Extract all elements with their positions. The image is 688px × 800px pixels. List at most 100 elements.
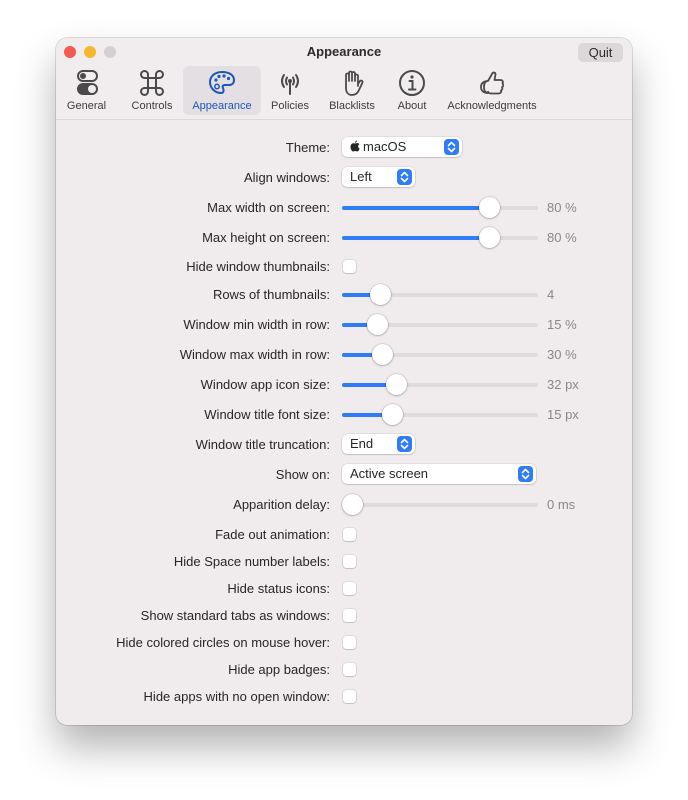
theme-popup[interactable]: macOS: [342, 137, 462, 157]
slider-value: 4: [547, 287, 555, 302]
window-min-width-in-row-slider[interactable]: [342, 312, 538, 338]
tab-controls[interactable]: Controls: [121, 66, 183, 115]
slider-value: 30 %: [547, 347, 577, 362]
align-windows-popup[interactable]: Left: [342, 167, 415, 187]
popup-value: End: [350, 436, 374, 451]
chevron-up-down-icon: [397, 436, 412, 452]
slider-thumb[interactable]: [478, 227, 500, 248]
slider-thumb[interactable]: [342, 494, 363, 515]
tab-appearance[interactable]: Appearance: [183, 66, 261, 115]
slider-value: 80 %: [547, 230, 577, 245]
info-icon: [399, 70, 425, 96]
slider-thumb[interactable]: [478, 197, 500, 218]
window-max-width-in-row-slider[interactable]: [342, 342, 538, 368]
hide-window-thumbnails-checkbox[interactable]: [343, 260, 356, 273]
chevron-up-down-icon: [397, 169, 412, 185]
toolbar-separator: [56, 119, 632, 120]
palette-icon: [208, 70, 236, 95]
setting-label: Align windows:: [244, 170, 330, 185]
setting-row-fade-out-animation: Fade out animation:: [56, 522, 632, 548]
setting-row-hide-space-number-labels: Hide Space number labels:: [56, 549, 632, 575]
tab-label: Controls: [131, 100, 173, 112]
setting-label: Hide status icons:: [227, 581, 330, 596]
hide-status-icons-checkbox[interactable]: [343, 582, 356, 595]
tab-label: General: [66, 100, 107, 112]
max-height-on-screen-slider[interactable]: [342, 225, 538, 251]
setting-label: Show on:: [275, 467, 330, 482]
setting-row-show-on: Show on: Active screen: [56, 462, 632, 488]
slider-fill: [342, 206, 489, 210]
slider-thumb[interactable]: [382, 404, 404, 425]
slider-value: 32 px: [547, 377, 579, 392]
setting-label: Window title font size:: [204, 407, 330, 422]
popup-value-wrap: Left: [350, 167, 372, 187]
tab-blacklists[interactable]: Blacklists: [321, 66, 383, 115]
rows-of-thumbnails-slider[interactable]: [342, 282, 538, 308]
slider-thumb[interactable]: [371, 344, 393, 365]
window-title-font-size-slider[interactable]: [342, 402, 538, 428]
slider-fill: [342, 236, 489, 240]
setting-label: Show standard tabs as windows:: [140, 608, 330, 623]
slider-thumb[interactable]: [366, 314, 388, 335]
setting-label: Window app icon size:: [200, 377, 330, 392]
preferences-window: Appearance Quit General Controls Appeara…: [56, 38, 632, 725]
tab-label: Appearance: [192, 100, 252, 112]
tab-label: Acknowledgments: [447, 100, 537, 112]
hide-app-badges-checkbox[interactable]: [343, 663, 356, 676]
window-title-truncation-popup[interactable]: End: [342, 434, 415, 454]
chevron-up-down-icon: [444, 139, 459, 155]
hide-colored-circles-on-mouse-hover-checkbox[interactable]: [343, 636, 356, 649]
setting-label: Hide apps with no open window:: [143, 689, 330, 704]
setting-label: Window min width in row:: [183, 317, 330, 332]
show-on-popup[interactable]: Active screen: [342, 464, 536, 484]
setting-row-hide-app-badges: Hide app badges:: [56, 657, 632, 683]
setting-row-window-title-font-size: Window title font size: 15 px: [56, 402, 632, 428]
thumbs-up-icon: [480, 71, 505, 95]
window-title: Appearance: [306, 44, 382, 59]
setting-row-max-height-on-screen: Max height on screen: 80 %: [56, 225, 632, 251]
tab-label: About: [397, 100, 427, 112]
hide-space-number-labels-checkbox[interactable]: [343, 555, 356, 568]
setting-row-hide-colored-circles-on-mouse-hover: Hide colored circles on mouse hover:: [56, 630, 632, 656]
fade-out-animation-checkbox[interactable]: [343, 528, 356, 541]
setting-label: Max height on screen:: [202, 230, 330, 245]
setting-row-rows-of-thumbnails: Rows of thumbnails: 4: [56, 282, 632, 308]
tab-general[interactable]: General: [62, 66, 111, 115]
toggles-icon: [76, 70, 98, 95]
slider-thumb[interactable]: [370, 284, 391, 305]
setting-label: Max width on screen:: [207, 200, 330, 215]
max-width-on-screen-slider[interactable]: [342, 195, 538, 221]
setting-row-hide-status-icons: Hide status icons:: [56, 576, 632, 602]
tab-label: Policies: [271, 100, 309, 112]
tab-policies[interactable]: Policies: [262, 66, 318, 115]
popup-value: macOS: [363, 139, 407, 154]
quit-button[interactable]: Quit: [578, 43, 623, 62]
setting-label: Theme:: [285, 140, 330, 155]
setting-label: Hide app badges:: [228, 662, 330, 677]
slider-value: 15 %: [547, 317, 577, 332]
hide-apps-with-no-open-window-checkbox[interactable]: [343, 690, 356, 703]
tab-about[interactable]: About: [387, 66, 437, 115]
setting-row-apparition-delay: Apparition delay: 0 ms: [56, 492, 632, 518]
setting-row-hide-window-thumbnails: Hide window thumbnails:: [56, 254, 632, 280]
popup-value-wrap: End: [350, 434, 373, 454]
popup-value-wrap: Active screen: [350, 464, 428, 484]
setting-row-show-standard-tabs-as-windows: Show standard tabs as windows:: [56, 603, 632, 629]
show-standard-tabs-as-windows-checkbox[interactable]: [343, 609, 356, 622]
setting-label: Window max width in row:: [179, 347, 330, 362]
setting-row-hide-apps-with-no-open-window: Hide apps with no open window:: [56, 684, 632, 710]
slider-value: 0 ms: [547, 497, 576, 512]
window-app-icon-size-slider[interactable]: [342, 372, 538, 398]
setting-label: Hide colored circles on mouse hover:: [116, 635, 330, 650]
popup-value-wrap: macOS: [350, 137, 406, 158]
antenna-icon: [281, 74, 299, 95]
title-bar: Appearance Quit General Controls Appeara…: [56, 38, 632, 120]
setting-label: Window title truncation:: [195, 437, 330, 452]
slider-thumb[interactable]: [385, 374, 407, 395]
hand-icon: [345, 70, 364, 96]
slider-value: 80 %: [547, 200, 577, 215]
apparition-delay-slider[interactable]: [342, 492, 538, 518]
setting-label: Apparition delay:: [233, 497, 330, 512]
tab-acknowledgments[interactable]: Acknowledgments: [441, 66, 543, 115]
slider-track[interactable]: [342, 503, 538, 507]
